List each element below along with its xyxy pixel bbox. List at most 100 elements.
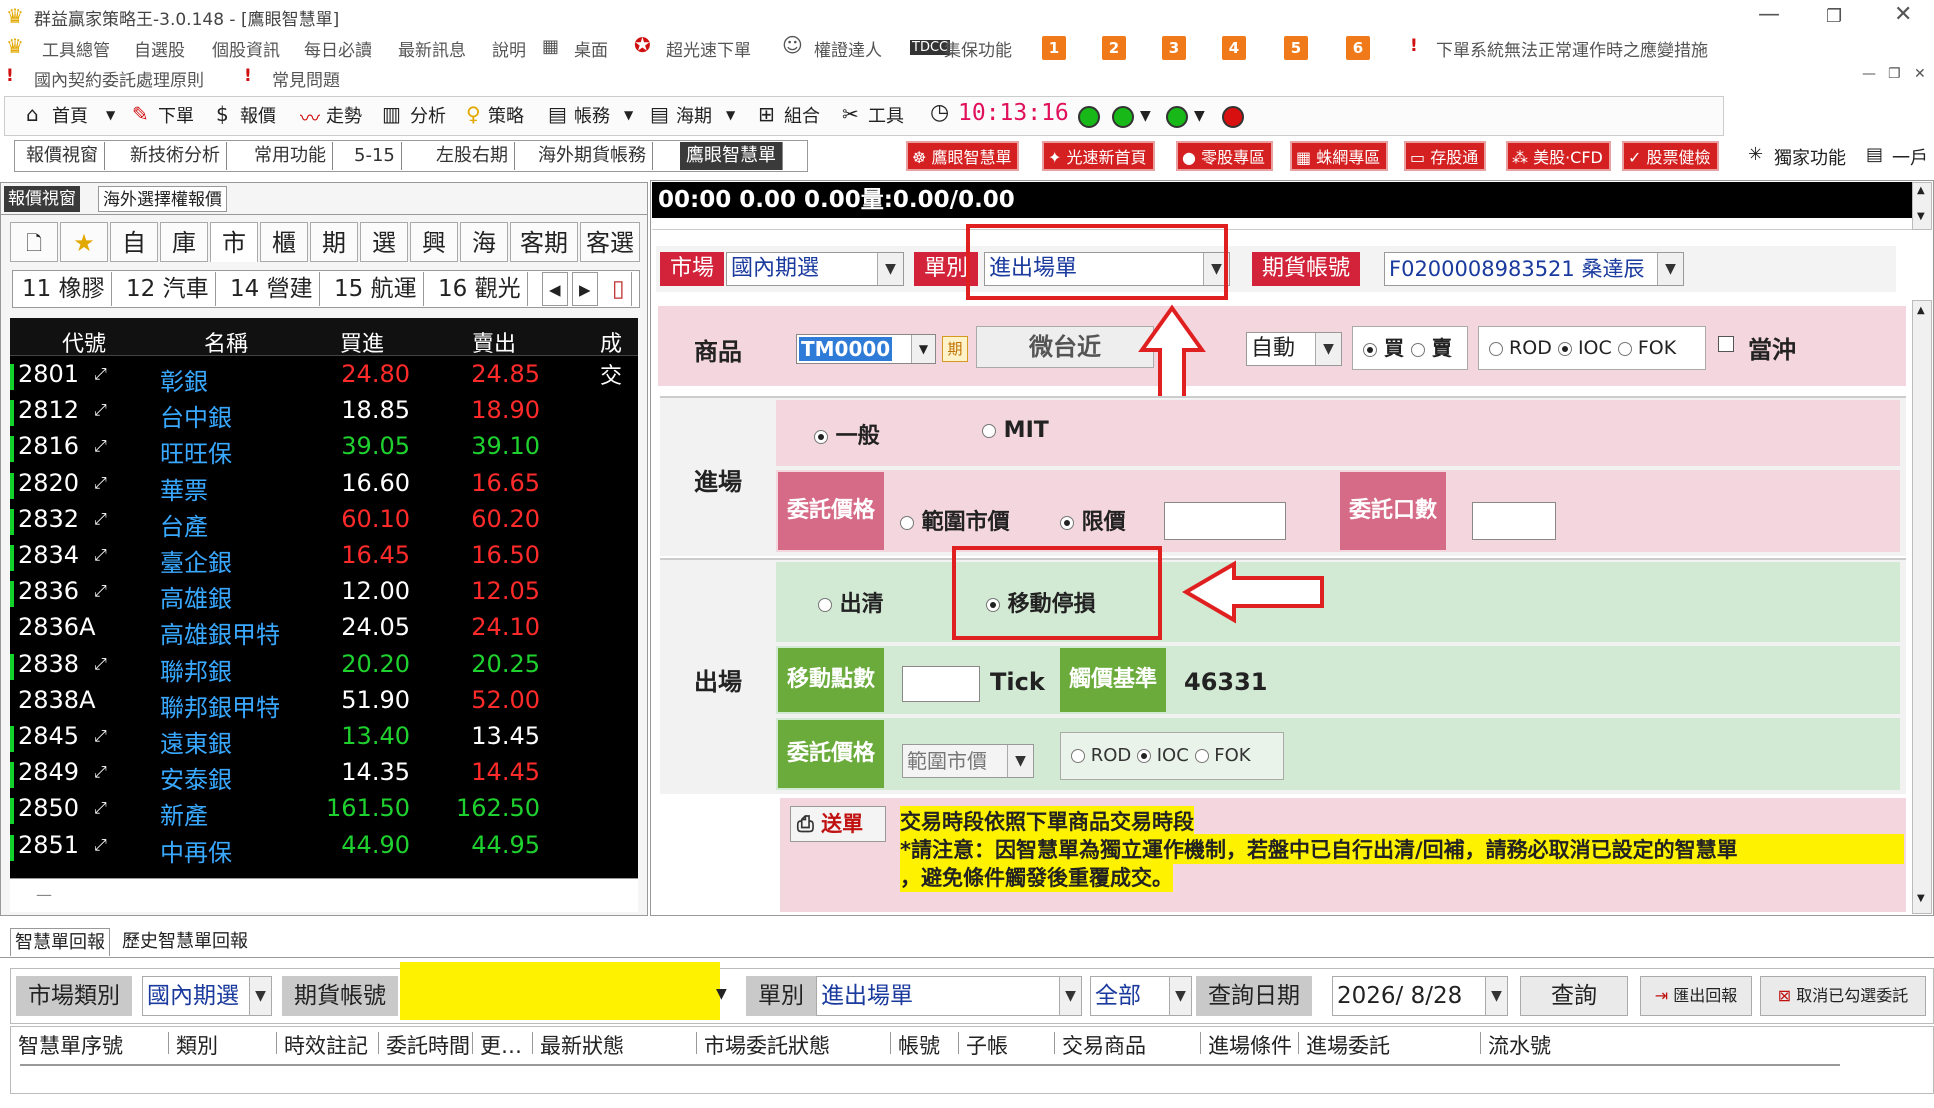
dropdown-icon[interactable]: ▼ [106, 108, 115, 122]
report-all-select[interactable]: 全部 ▼ [1090, 976, 1192, 1016]
table-row[interactable]: 2849 ⤢ 安泰銀 14.35 14.45 [10, 756, 638, 794]
chart-link-icon[interactable]: ⤢ [94, 509, 107, 529]
chevron-down-icon[interactable]: ▼ [1315, 333, 1341, 365]
menu-item[interactable]: 個股資訊 [212, 36, 280, 61]
chevron-down-icon[interactable]: ▼ [1485, 977, 1507, 1015]
cat-tab[interactable]: 客期 [510, 222, 578, 262]
mdi-close-button[interactable]: ✕ [1914, 66, 1926, 82]
left-tab-quote[interactable]: 報價視窗 [4, 186, 80, 212]
product-code-field[interactable]: TM0000 ▼ [796, 334, 936, 364]
chart-link-icon[interactable]: ⤢ [94, 364, 107, 384]
toolbar-trend[interactable]: 走勢 [326, 102, 362, 128]
ioc-radio[interactable] [1557, 341, 1572, 356]
toolbar-home[interactable]: 首頁 [52, 102, 88, 128]
report-market-select[interactable]: 國內期選 ▼ [142, 976, 272, 1016]
chart-link-icon[interactable]: ⤢ [94, 545, 107, 565]
menu-link[interactable]: 國內契約委託處理原則 [34, 66, 204, 91]
menu-item[interactable]: 桌面 [574, 36, 608, 61]
clear-radio[interactable] [818, 598, 832, 612]
table-row[interactable]: 2836A 高雄銀甲特 24.05 24.10 [10, 611, 638, 649]
exit-rod-radio[interactable] [1071, 749, 1085, 763]
menu-link[interactable]: 常見問題 [272, 66, 340, 91]
chart-link-icon[interactable]: ⤢ [94, 400, 107, 420]
report-col-header[interactable]: 委託時間 [386, 1030, 470, 1060]
eagle-eye-button[interactable]: ☸ 鷹眼智慧單 [906, 141, 1020, 171]
report-col-header[interactable]: 流水號 [1488, 1030, 1551, 1060]
cat-tab[interactable]: 櫃 [260, 222, 308, 262]
ticker-vscroll[interactable]: ▲ ▼ [1912, 182, 1932, 230]
account-select[interactable]: F0200008983521 桑達辰 ▼ [1384, 252, 1684, 286]
toolbar-analysis[interactable]: 分析 [410, 102, 446, 128]
cat-tab[interactable]: 期 [310, 222, 358, 262]
odd-lot-button[interactable]: ● 零股專區 [1176, 141, 1274, 171]
buy-radio[interactable] [1363, 342, 1377, 357]
toolbar-quote[interactable]: 報價 [240, 102, 276, 128]
shortcut-2[interactable]: 2 [1102, 36, 1126, 60]
us-stock-button[interactable]: ⁂ 美股·CFD [1506, 141, 1611, 171]
menu-item[interactable]: 自選股 [134, 36, 185, 61]
sell-radio[interactable] [1410, 342, 1425, 357]
tab-common[interactable]: 常用功能 [248, 142, 333, 170]
chart-link-icon[interactable]: ⤢ [94, 581, 107, 601]
menu-item[interactable]: 集保功能 [944, 36, 1012, 61]
cat-tab[interactable]: 選 [360, 222, 408, 262]
exit-fok-radio[interactable] [1194, 749, 1209, 763]
chevron-down-icon[interactable]: ▼ [877, 253, 903, 285]
stock-check-button[interactable]: ✓ 股票健檢 [1622, 141, 1719, 171]
send-order-button[interactable]: ⎙ 送單 [790, 806, 886, 842]
web-zone-button[interactable]: ▦ 蛛網專區 [1290, 141, 1389, 171]
query-date-picker[interactable]: 2026/ 8/28 ▼ [1332, 976, 1508, 1016]
dropdown-icon[interactable]: ▼ [624, 108, 633, 122]
chevron-down-icon[interactable]: ▼ [1059, 977, 1081, 1015]
table-row[interactable]: 2832 ⤢ 台產 60.10 60.20 [10, 503, 638, 541]
fok-radio[interactable] [1617, 341, 1632, 356]
column-divider[interactable] [1480, 1032, 1481, 1054]
group-tab[interactable]: 14 營建 [224, 272, 320, 306]
light-speed-home-button[interactable]: ✦ 光速新首頁 [1042, 141, 1155, 171]
export-report-button[interactable]: ⇥ 匯出回報 [1640, 976, 1752, 1016]
table-row[interactable]: 2838A 聯邦銀甲特 51.90 52.00 [10, 684, 638, 722]
menu-item[interactable]: 說明 [492, 36, 526, 61]
notice-link[interactable]: 下單系統無法正常運作時之應變措施 [1436, 36, 1708, 61]
column-divider[interactable] [1200, 1032, 1201, 1054]
daytrade-checkbox[interactable] [1718, 336, 1734, 352]
tab-overseas-futures-account[interactable]: 海外期貨帳務 [532, 142, 653, 170]
chart-link-icon[interactable]: ⤢ [94, 726, 107, 746]
scroll-right-button[interactable]: ▸ [572, 272, 598, 306]
report-col-header[interactable]: 更… [480, 1030, 522, 1060]
query-button[interactable]: 查詢 [1520, 976, 1628, 1016]
column-divider[interactable] [378, 1032, 379, 1054]
menu-item[interactable]: 最新訊息 [398, 36, 466, 61]
column-divider[interactable] [958, 1032, 959, 1054]
auto-select[interactable]: 自動 ▼ [1246, 332, 1342, 366]
tab-smart-report[interactable]: 智慧單回報 [10, 928, 110, 956]
tab-5-15[interactable]: 5-15 [348, 142, 402, 170]
ticker-scroll[interactable] [652, 218, 1912, 230]
shortcut-3[interactable]: 3 [1162, 36, 1186, 60]
dropdown-icon[interactable]: ▼ [1140, 108, 1151, 124]
table-row[interactable]: 2812 ⤢ 台中銀 18.85 18.90 [10, 394, 638, 432]
chart-link-icon[interactable]: ⤢ [94, 835, 107, 855]
report-col-header[interactable]: 時效註記 [284, 1030, 368, 1060]
quote-scrollbar[interactable]: — [10, 878, 638, 912]
clipboard-icon[interactable]: ▯ [606, 272, 632, 306]
group-tab[interactable]: 16 觀光 [432, 272, 528, 306]
limit-radio[interactable] [1060, 516, 1074, 530]
cat-tab[interactable]: 庫 [160, 222, 208, 262]
report-col-header[interactable]: 進場條件 [1208, 1030, 1292, 1060]
chevron-down-icon[interactable]: ▼ [911, 335, 935, 363]
menu-item[interactable]: 工具總管 [42, 36, 110, 61]
new-page-icon[interactable]: 🗋 [10, 222, 58, 262]
table-row[interactable]: 2801 ⤢ 彰銀 24.80 24.85 [10, 358, 638, 396]
range-market-radio[interactable] [900, 516, 914, 530]
column-divider[interactable] [532, 1032, 533, 1054]
scroll-up-icon[interactable]: ▲ [1917, 185, 1925, 196]
exit-price-select[interactable]: 範圍市價 ▼ [902, 744, 1034, 778]
table-row[interactable]: 2850 ⤢ 新產 161.50 162.50 [10, 792, 638, 830]
scroll-up-icon[interactable]: ▲ [1917, 305, 1925, 316]
report-hscroll[interactable] [20, 1064, 1840, 1066]
scroll-thumb[interactable]: — [36, 885, 52, 904]
tab-eagle-eye[interactable]: 鷹眼智慧單 [680, 142, 783, 170]
chart-link-icon[interactable]: ⤢ [94, 436, 107, 456]
tab-quote-window[interactable]: 報價視窗 [20, 142, 105, 170]
